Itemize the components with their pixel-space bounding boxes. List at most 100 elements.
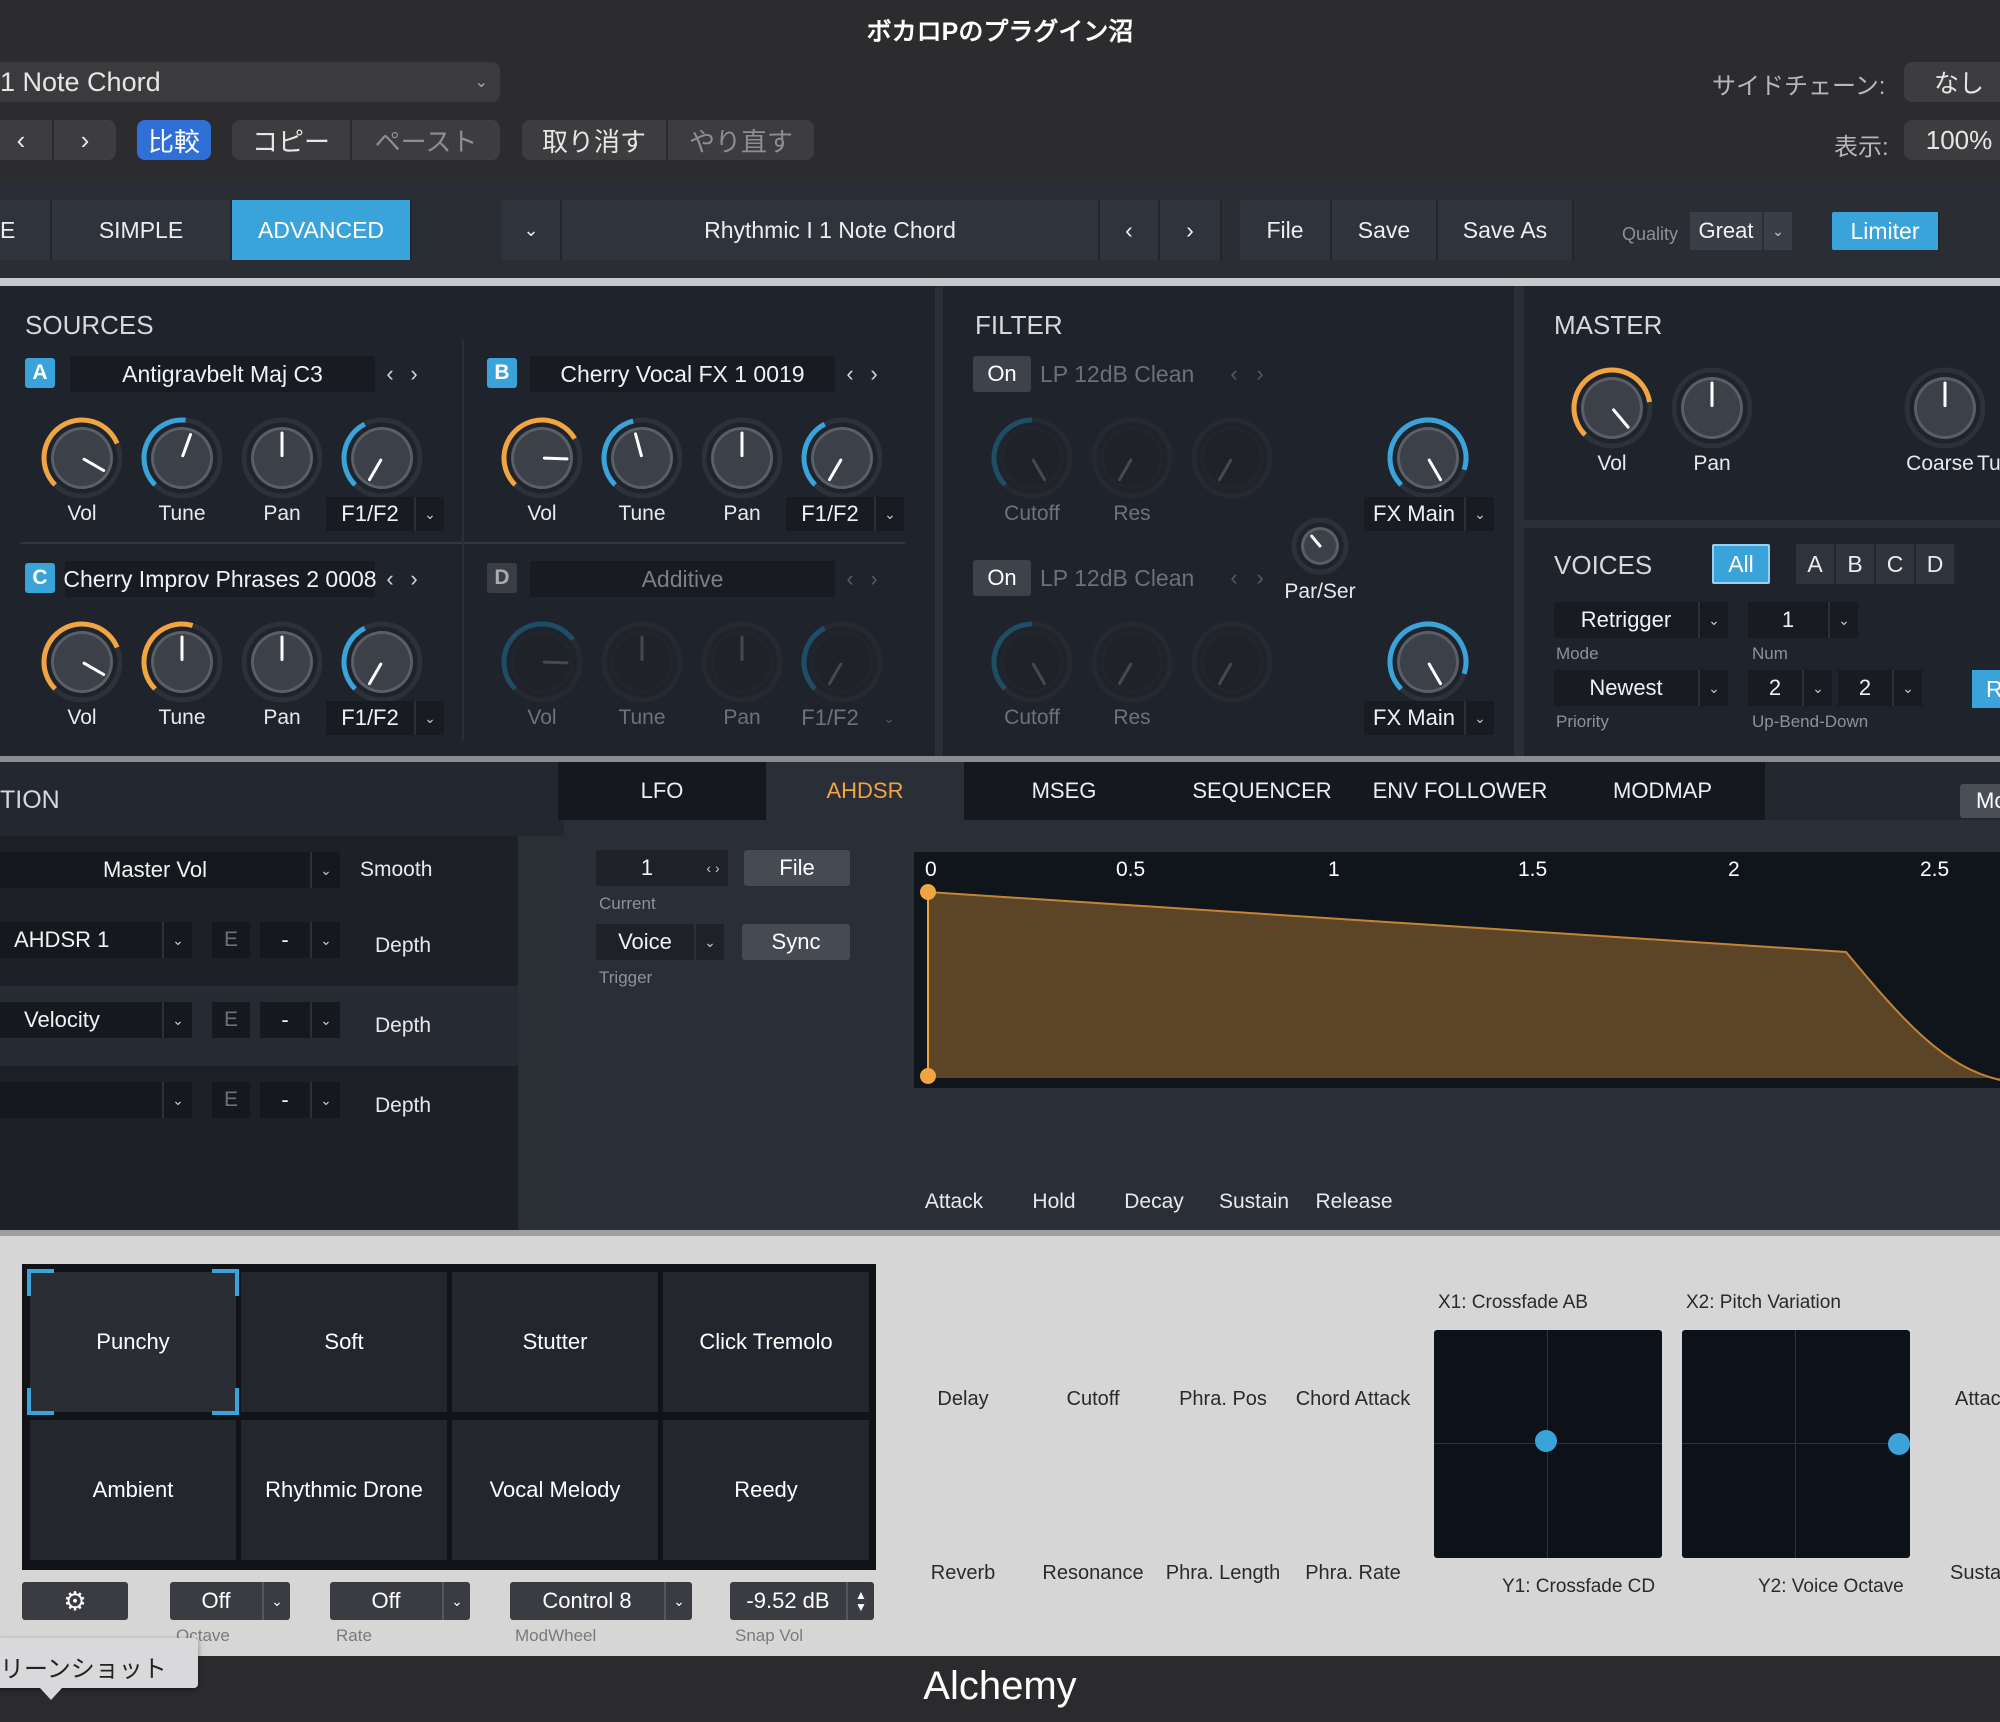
source-c-tune-knob[interactable] — [138, 618, 226, 706]
xy-pad-1-handle[interactable] — [1535, 1430, 1557, 1452]
source-a-next[interactable]: › — [402, 356, 426, 392]
source-c-name[interactable]: Cherry Improv Phrases 2 0008 — [63, 561, 377, 597]
bend-up-select[interactable]: 2 ⌄ — [1748, 670, 1832, 706]
paste-button[interactable]: ペースト — [352, 120, 500, 160]
pad-click-tremolo[interactable]: Click Tremolo — [663, 1272, 869, 1412]
source-c-prev[interactable]: ‹ — [378, 561, 402, 597]
filter2-type[interactable]: LP 12dB Clean — [1040, 560, 1220, 596]
tab-ahdsr[interactable]: AHDSR — [766, 762, 964, 820]
pad-soft[interactable]: Soft — [241, 1272, 447, 1412]
filter1-prev[interactable]: ‹ — [1224, 356, 1244, 392]
filter1-fxmain-knob[interactable] — [1384, 414, 1472, 502]
mod-row2-source[interactable]: Velocity ⌄ — [0, 1002, 192, 1038]
filter1-next[interactable]: › — [1250, 356, 1270, 392]
pad-reedy[interactable]: Reedy — [663, 1420, 869, 1560]
source-b-f1f2-knob[interactable] — [798, 414, 886, 502]
rate-select[interactable]: Off ⌄ — [330, 1582, 470, 1620]
xy-pad-2[interactable] — [1682, 1330, 1910, 1558]
pad-ambient[interactable]: Ambient — [30, 1420, 236, 1560]
source-b-name[interactable]: Cherry Vocal FX 1 0019 — [530, 356, 835, 392]
view-zoom-select[interactable]: 100% — [1904, 120, 2000, 160]
limiter-button[interactable]: Limiter — [1832, 212, 1940, 250]
mode-advanced-tab[interactable]: ADVANCED — [232, 200, 412, 260]
voice-mode-select[interactable]: Retrigger ⌄ — [1554, 602, 1728, 638]
mod-more-button[interactable]: Mo — [1960, 784, 2000, 818]
source-b-letter[interactable]: B — [487, 358, 517, 388]
bend-down-select[interactable]: 2 ⌄ — [1838, 670, 1922, 706]
source-c-vol-knob[interactable] — [38, 618, 126, 706]
source-c-f1f2-select[interactable]: F1/F2 ⌄ — [326, 701, 444, 735]
voices-all-button[interactable]: All — [1712, 544, 1770, 584]
mod-target-select[interactable]: Master Vol ⌄ — [0, 852, 340, 888]
file-button[interactable]: File — [1240, 200, 1332, 260]
filter1-fx-select[interactable]: FX Main ⌄ — [1364, 497, 1494, 531]
source-c-letter[interactable]: C — [25, 563, 55, 593]
source-b-vol-knob[interactable] — [498, 414, 586, 502]
voice-num-select[interactable]: 1 ⌄ — [1748, 602, 1858, 638]
source-b-tune-knob[interactable] — [598, 414, 686, 502]
voices-a-button[interactable]: A — [1796, 544, 1836, 584]
filter2-on-button[interactable]: On — [973, 560, 1031, 596]
source-a-name[interactable]: Antigravbelt Maj C3 — [70, 356, 375, 392]
mod-row3-sel[interactable]: - ⌄ — [260, 1082, 340, 1118]
filter1-on-button[interactable]: On — [973, 356, 1031, 392]
preset-list-button[interactable]: ⌄ — [502, 200, 562, 260]
filter2-fx-select[interactable]: FX Main ⌄ — [1364, 701, 1494, 735]
filter2-extra-knob[interactable] — [1188, 618, 1276, 706]
mod-row2-sel[interactable]: - ⌄ — [260, 1002, 340, 1038]
save-as-button[interactable]: Save As — [1438, 200, 1574, 260]
source-c-next[interactable]: › — [402, 561, 426, 597]
source-d-prev[interactable]: ‹ — [838, 561, 862, 597]
modwheel-select[interactable]: Control 8 ⌄ — [510, 1582, 692, 1620]
quality-select[interactable]: Great ⌄ — [1690, 212, 1792, 250]
pad-stutter[interactable]: Stutter — [452, 1272, 658, 1412]
octave-select[interactable]: Off ⌄ — [170, 1582, 290, 1620]
master-vol-knob[interactable] — [1568, 364, 1656, 452]
current-env-select[interactable]: 1 ‹ › — [596, 850, 728, 886]
mod-row1-e[interactable]: E — [212, 922, 250, 958]
voice-priority-select[interactable]: Newest ⌄ — [1554, 670, 1728, 706]
filter2-fxmain-knob[interactable] — [1384, 618, 1472, 706]
snapvol-stepper[interactable]: -9.52 dB ▲ ▼ — [730, 1582, 874, 1620]
preset-prev-button[interactable]: ‹ — [1100, 200, 1160, 260]
next-preset-button[interactable]: › — [54, 120, 116, 160]
source-c-pan-knob[interactable] — [238, 618, 326, 706]
master-coarse-knob[interactable] — [1901, 364, 1989, 452]
pad-rhythmic-drone[interactable]: Rhythmic Drone — [241, 1420, 447, 1560]
voices-extra-button[interactable]: R — [1972, 670, 2000, 708]
source-d-f1f2-knob[interactable] — [798, 618, 886, 706]
sidechain-select[interactable]: なし — [1904, 62, 2000, 102]
mod-row3-source[interactable]: ⌄ — [0, 1082, 192, 1118]
filter2-cutoff-knob[interactable] — [988, 618, 1076, 706]
xy-pad-2-handle[interactable] — [1888, 1433, 1910, 1455]
source-d-name[interactable]: Additive — [530, 561, 835, 597]
source-a-prev[interactable]: ‹ — [378, 356, 402, 392]
voices-b-button[interactable]: B — [1836, 544, 1876, 584]
mode-simple-tab[interactable]: SIMPLE — [52, 200, 232, 260]
source-a-f1f2-knob[interactable] — [338, 414, 426, 502]
source-b-f1f2-select[interactable]: F1/F2 ⌄ — [786, 497, 904, 531]
source-d-pan-knob[interactable] — [698, 618, 786, 706]
filter1-cutoff-knob[interactable] — [988, 414, 1076, 502]
voices-c-button[interactable]: C — [1876, 544, 1916, 584]
preset-name-display[interactable]: Rhythmic I 1 Note Chord — [562, 200, 1100, 260]
filter1-res-knob[interactable] — [1088, 414, 1176, 502]
filter2-prev[interactable]: ‹ — [1224, 560, 1244, 596]
filter1-extra-knob[interactable] — [1188, 414, 1276, 502]
mode-browser-tab[interactable]: E — [0, 200, 52, 260]
source-a-pan-knob[interactable] — [238, 414, 326, 502]
source-d-tune-knob[interactable] — [598, 618, 686, 706]
tab-sequencer[interactable]: SEQUENCER — [1164, 762, 1360, 820]
source-d-vol-knob[interactable] — [498, 618, 586, 706]
mod-row1-source[interactable]: AHDSR 1 ⌄ — [0, 922, 192, 958]
filter2-next[interactable]: › — [1250, 560, 1270, 596]
pad-vocal-melody[interactable]: Vocal Melody — [452, 1420, 658, 1560]
source-a-tune-knob[interactable] — [138, 414, 226, 502]
save-button[interactable]: Save — [1332, 200, 1438, 260]
source-b-pan-knob[interactable] — [698, 414, 786, 502]
source-c-f1f2-knob[interactable] — [338, 618, 426, 706]
source-d-next[interactable]: › — [862, 561, 886, 597]
source-a-f1f2-select[interactable]: F1/F2 ⌄ — [326, 497, 444, 531]
compare-button[interactable]: 比較 — [137, 120, 211, 160]
copy-button[interactable]: コピー — [232, 120, 350, 160]
